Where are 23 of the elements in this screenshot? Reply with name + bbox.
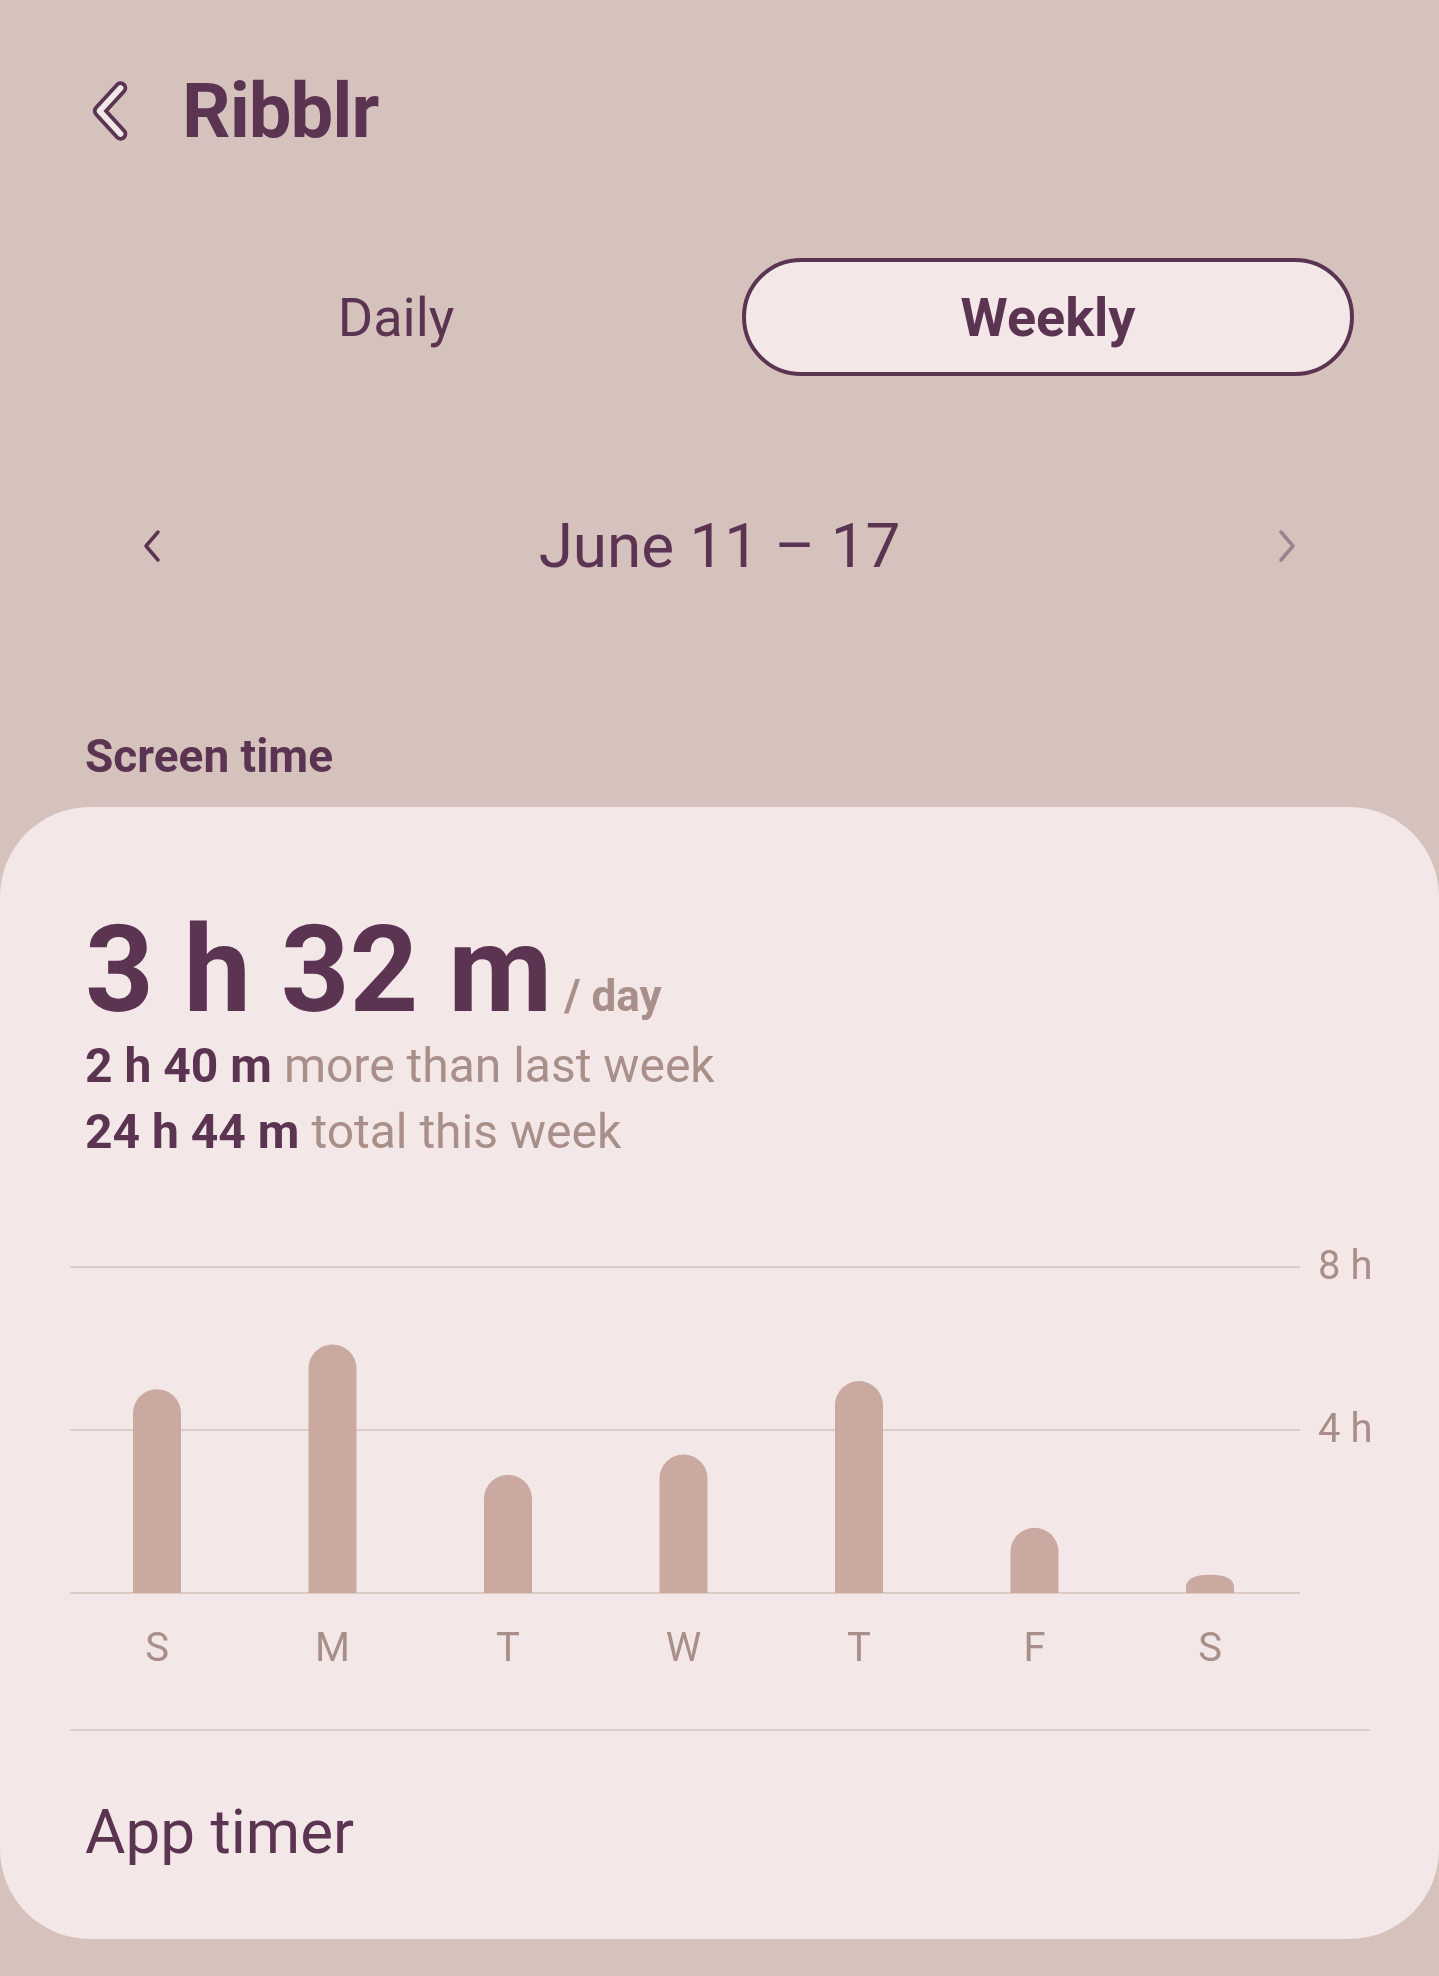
stat-text: total this week <box>311 1103 622 1160</box>
stat-value: 24 h 44 m <box>85 1103 300 1160</box>
day-label: F <box>1023 1624 1046 1667</box>
chart-bar <box>1186 1574 1234 1593</box>
app-timer-item[interactable]: App timer <box>70 1731 355 1868</box>
period-tab[interactable]: Weekly <box>742 258 1354 376</box>
stat-text: more than last week <box>283 1037 715 1094</box>
stat-value: 2 h 40 m <box>85 1037 272 1094</box>
period-tab[interactable]: Daily <box>90 258 702 376</box>
app-title: Ribblr <box>182 66 379 156</box>
day-label: M <box>315 1624 350 1667</box>
day-label: W <box>665 1624 702 1667</box>
axis-label: 8 h <box>1318 1247 1370 1289</box>
day-label: T <box>847 1624 871 1667</box>
average-unit: / day <box>564 970 662 1022</box>
day-label: S <box>1198 1624 1222 1667</box>
daily-average: 3 h 32 m <box>85 907 553 1033</box>
section-title: Screen time <box>84 729 335 783</box>
date-range: June 11 – 17 <box>538 509 901 582</box>
axis-label: 4 h <box>1318 1405 1370 1452</box>
day-label: T <box>496 1624 520 1667</box>
day-label: S <box>145 1624 169 1667</box>
chart-bar <box>1010 1527 1059 1593</box>
